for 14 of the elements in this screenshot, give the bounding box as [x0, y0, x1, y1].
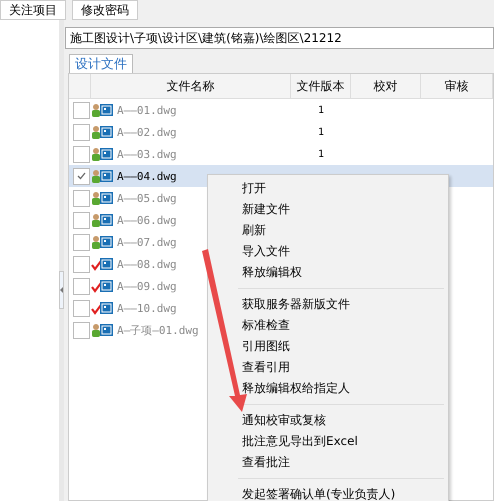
file-name: A——03.dwg: [117, 148, 177, 160]
file-name: A——02.dwg: [117, 126, 177, 138]
file-name: A—子项—01.dwg: [117, 322, 199, 338]
file-name: A——04.dwg: [117, 170, 177, 182]
file-name: A——01.dwg: [117, 104, 177, 116]
file-name: A——10.dwg: [117, 302, 177, 314]
file-name: A——09.dwg: [117, 280, 177, 292]
file-name: A——07.dwg: [117, 236, 177, 248]
file-version: 1: [316, 148, 326, 160]
file-version: 1: [316, 104, 326, 116]
file-name: A——08.dwg: [117, 258, 177, 270]
file-name: A——05.dwg: [117, 192, 177, 204]
file-name: A——06.dwg: [117, 214, 177, 226]
file-version: 1: [316, 126, 326, 138]
